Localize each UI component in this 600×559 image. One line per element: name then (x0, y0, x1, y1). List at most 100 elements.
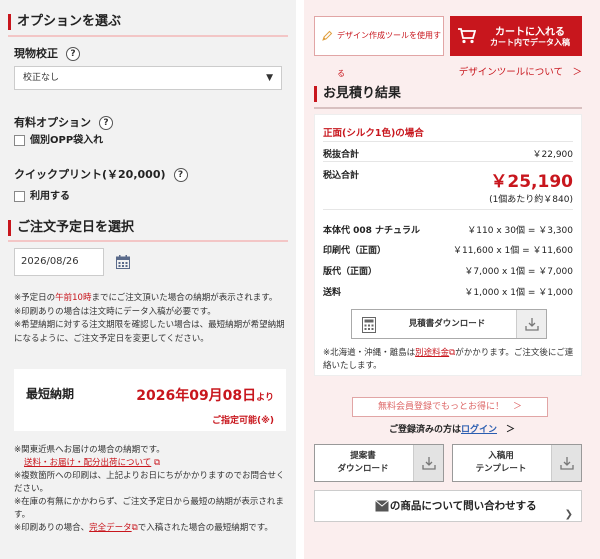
pencil-icon (322, 30, 333, 41)
breakdown-label: 本体代 008 ナチュラル (323, 226, 421, 236)
note-text: で入稿された場合の最短納期です。 (137, 523, 273, 533)
proof-label-text: 現物校正 (14, 47, 58, 60)
min-delivery-date: 2026年09月08日より (136, 385, 274, 405)
estimate-title: お見積り結果 (314, 86, 401, 102)
estimate-card: 正面(シルク1色)の場合 税抜合計 ￥22,900 税込合計 ￥25,190 (1… (314, 114, 582, 376)
breakdown-value: ￥110 x 30個 = ￥3,300 (467, 226, 573, 236)
proposal-label-line: ダウンロード (337, 464, 389, 474)
breakdown-value: ￥1,000 x 1個 = ￥1,000 (464, 288, 573, 298)
breakdown-value: ￥7,000 x 1個 = ￥7,000 (464, 267, 573, 277)
template-label: 入稿用 テンプレート (453, 450, 549, 476)
proof-label: 現物校正? (14, 45, 80, 61)
proposal-label-line: 提案書 (350, 451, 376, 461)
note-line: ※関東近県へお届けの場合の納期です。 (14, 445, 165, 455)
note-line: ※複数箇所への印刷は、上記よりお日にちがかかりますのでお問合せください。 (14, 471, 285, 494)
quick-print-item-label: 利用する (30, 191, 70, 202)
chevron-down-icon: ▼ (266, 73, 273, 83)
divider (323, 161, 573, 162)
order-date-input[interactable]: 2026/08/26 (14, 248, 104, 276)
template-download-button[interactable]: 入稿用 テンプレート (452, 444, 582, 482)
note-line: ※印刷ありの場合は注文時にデータ入稿が必要です。 (14, 306, 216, 317)
min-delivery-suffix: より (256, 393, 274, 403)
quick-print-text: クイックプリント(￥20,000) (14, 168, 166, 181)
mail-icon (375, 500, 389, 512)
per-unit-price: (1個あたり約￥840) (489, 195, 573, 205)
download-icon (516, 310, 546, 338)
min-delivery-box: 最短納期 2026年09月08日より ご指定可能(※) (14, 369, 286, 431)
note-text: ※予定日の (14, 293, 56, 303)
divider (323, 209, 573, 210)
note-line: ※予定日の午前10時までにご注文頂いた場合の納期が表示されます。 (14, 292, 289, 306)
proof-select-value: 校正なし (23, 73, 60, 83)
estimate-download-button[interactable]: 見積書ダウンロード (351, 309, 547, 339)
estimate-panel: デザイン作成ツールを使用する カートに入れる カート内でデータ入稿 デザインツー… (304, 0, 600, 559)
divider (8, 240, 288, 242)
template-label-line: 入稿用 (488, 451, 514, 461)
calendar-icon[interactable] (116, 255, 130, 269)
min-delivery-label: 最短納期 (26, 387, 75, 401)
download-icon (551, 445, 581, 481)
remote-area-note: ※北海道・沖縄・離島は別途料金⧉がかかります。ご注文後にご連絡いたします。 (323, 347, 578, 373)
note-line: ※印刷ありの場合、完全データ⧉で入稿された場合の最短納期です。 (14, 522, 289, 535)
complete-data-link[interactable]: 完全データ (89, 523, 132, 533)
login-arrow: ＞ (497, 425, 516, 435)
note-text: ※北海道・沖縄・離島は (323, 348, 416, 358)
min-delivery-date-value: 2026年09月08日 (136, 388, 257, 404)
login-text: ご登録済みの方は (388, 425, 461, 435)
extra-fee-link[interactable]: 別途料金 (415, 348, 449, 358)
login-line: ご登録済みの方はログイン ＞ (304, 422, 600, 435)
paid-option-label: 有料オプション? (14, 114, 113, 130)
checkbox[interactable] (14, 190, 25, 202)
breakdown-label: 印刷代（正面） (323, 246, 387, 256)
note-text: ※印刷ありの場合、 (14, 523, 90, 533)
order-date-notes: ※予定日の午前10時までにご注文頂いた場合の納期が表示されます。 ※印刷ありの場… (14, 292, 289, 346)
calculator-icon (362, 317, 376, 333)
proposal-download-button[interactable]: 提案書 ダウンロード (314, 444, 444, 482)
order-date-title: ご注文予定日を選択 (8, 220, 134, 236)
estimate-download-label: 見積書ダウンロード (408, 319, 486, 329)
design-tool-label: デザイン作成ツールを使用する (337, 31, 441, 78)
breakdown-label: 版代（正面） (323, 267, 378, 277)
note-line: ※在庫の有無にかかわらず、ご注文予定日から最短の納期が表示されます。 (14, 497, 284, 520)
help-icon[interactable]: ? (99, 116, 113, 130)
shipping-info-link[interactable]: 送料・お届け・配分出荷について (24, 458, 151, 468)
divider (323, 141, 573, 142)
paid-option-text: 有料オプション (14, 116, 91, 129)
add-to-cart-button[interactable]: カートに入れる カート内でデータ入稿 (450, 16, 582, 56)
chevron-right-icon: ❯ (564, 509, 573, 520)
external-link-icon: ⧉ (153, 458, 161, 468)
breakdown-label: 送料 (323, 288, 342, 298)
min-delivery-available: ご指定可能(※) (212, 416, 274, 426)
cart-sublabel: カート内でデータ入稿 (490, 38, 570, 47)
proposal-label: 提案書 ダウンロード (315, 450, 411, 476)
total-value: ￥25,190 (490, 172, 573, 192)
download-icon (413, 445, 443, 481)
help-icon[interactable]: ? (173, 168, 188, 182)
opp-bag-label: 個別OPP袋入れ (30, 135, 104, 146)
checkbox[interactable] (14, 134, 25, 146)
member-signup-button[interactable]: 無料会員登録でもっとお得に！ ＞ (352, 397, 548, 417)
note-text: までにご注文頂いた場合の納期が表示されます。 (91, 293, 278, 303)
delivery-notes: ※関東近県へお届けの場合の納期です。 送料・お届け・配分出荷について ⧉ ※複数… (14, 444, 289, 535)
note-line: 送料・お届け・配分出荷について ⧉ (14, 457, 289, 470)
estimate-case: 正面(シルク1色)の場合 (323, 128, 424, 139)
note-line: ※希望納期に対する注文期限を確認したい場合は、最短納期が希望納期になるように、ご… (14, 320, 285, 344)
total-label: 税込合計 (323, 171, 360, 181)
design-tool-button[interactable]: デザイン作成ツールを使用する (314, 16, 444, 78)
divider (314, 107, 582, 109)
quick-print-checkbox[interactable]: 利用する (14, 187, 70, 202)
opp-bag-checkbox[interactable]: 個別OPP袋入れ (14, 131, 103, 146)
login-link[interactable]: ログイン (461, 425, 497, 435)
breakdown-value: ￥11,600 x 1個 = ￥11,600 (452, 246, 573, 256)
template-label-line: テンプレート (475, 464, 527, 474)
divider (8, 35, 288, 37)
cart-label: カートに入れる (495, 27, 565, 38)
contact-button[interactable]: この商品について問い合わせする ❯ (314, 490, 582, 522)
options-title: オプションを選ぶ (8, 14, 121, 30)
note-highlight: 午前10時 (55, 293, 92, 303)
cart-icon (458, 28, 476, 44)
help-icon[interactable]: ? (66, 47, 80, 61)
design-tool-about-link[interactable]: デザインツールについて ＞ (459, 64, 582, 78)
proof-select[interactable]: 校正なし ▼ (14, 66, 282, 90)
quick-print-label: クイックプリント(￥20,000)? (14, 166, 188, 182)
